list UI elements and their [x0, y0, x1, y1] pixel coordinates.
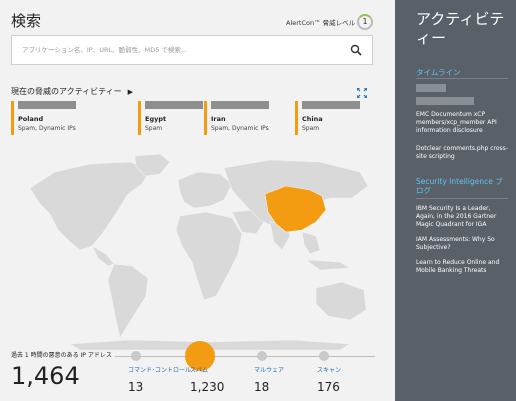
stat-value: 18	[254, 380, 270, 394]
malicious-ip-label: 過去 1 時間の悪意のある IP アドレス	[11, 350, 115, 359]
threat-country: Poland	[18, 115, 44, 123]
malicious-ip-count: 1,464	[11, 362, 80, 390]
threat-dot	[131, 351, 141, 361]
southeast-asia-landmass	[301, 231, 321, 255]
play-arrow-icon[interactable]: ▶	[128, 88, 133, 96]
main-panel: 検索 AlertCon™ 脅威レベル 1 現在の脅威のアクティビティー ▶ Pol…	[0, 0, 395, 401]
redacted-bar	[416, 84, 446, 92]
blog-heading[interactable]: Security Intelligence ブログ	[416, 177, 508, 195]
threat-card-iran[interactable]: Iran Spam, Dynamic IPs	[204, 101, 269, 135]
australia-landmass	[315, 281, 367, 321]
world-threat-map[interactable]	[10, 150, 380, 350]
search-input[interactable]	[12, 36, 332, 64]
threat-country: China	[302, 115, 323, 123]
threat-card-egypt[interactable]: Egypt Spam	[138, 101, 203, 135]
expand-icon[interactable]	[357, 88, 367, 98]
timeline-item[interactable]: EMC Documentum xCP members/xcp_member AP…	[416, 111, 508, 135]
threat-type: Spam, Dynamic IPs	[211, 125, 269, 132]
threat-type: Spam, Dynamic IPs	[18, 125, 76, 132]
activity-sidebar: アクティビティー タイムライン EMC Documentum xCP membe…	[395, 0, 516, 401]
search-title: 検索	[11, 12, 42, 30]
timeline-heading[interactable]: タイムライン	[416, 67, 460, 78]
stat-value: 13	[128, 380, 144, 394]
stat-spam[interactable]: スパム 1,230	[190, 365, 224, 394]
stat-scan[interactable]: スキャン 176	[317, 365, 341, 394]
threat-activity-heading[interactable]: 現在の脅威のアクティビティー ▶	[11, 86, 133, 97]
redacted-bar	[416, 97, 474, 105]
blog-item[interactable]: IAM Assessments: Why So Subjective?	[416, 236, 508, 252]
timeline-item[interactable]: Dotclear comments.php cross-site scripti…	[416, 145, 508, 161]
stat-value: 1,230	[190, 380, 225, 394]
africa-landmass	[175, 211, 243, 301]
stat-label: コマンド･コントロール	[128, 367, 192, 374]
redacted-bar	[302, 101, 360, 109]
north-america-landmass	[29, 161, 151, 251]
threat-dot	[257, 351, 267, 361]
stat-label: スパム	[190, 367, 209, 374]
redacted-bar	[18, 101, 76, 109]
south-america-landmass	[107, 263, 149, 339]
search-box	[11, 35, 373, 65]
stat-label: スキャン	[317, 367, 342, 374]
stat-value: 176	[317, 380, 340, 394]
redacted-bar	[145, 101, 203, 109]
threat-type: Spam	[145, 125, 163, 132]
sidebar-divider	[416, 198, 508, 199]
stat-label: マルウェア	[254, 367, 285, 374]
alertcon-label: AlertCon™ 脅威レベル	[286, 19, 356, 27]
indonesia-landmass	[304, 259, 351, 271]
blog-item[interactable]: IBM Security Is a Leader, Again, in the …	[416, 205, 508, 229]
europe-landmass	[177, 171, 233, 209]
threat-country: Iran	[211, 115, 226, 123]
blog-item[interactable]: Learn to Reduce Online and Mobile Bankin…	[416, 259, 508, 275]
search-icon[interactable]	[350, 44, 362, 56]
threat-activity-title: 現在の脅威のアクティビティー	[11, 87, 122, 96]
threat-card-poland[interactable]: Poland Spam, Dynamic IPs	[11, 101, 76, 135]
stat-malware[interactable]: マルウェア 18	[254, 365, 284, 394]
redacted-bar	[211, 101, 269, 109]
threat-card-china[interactable]: China Spam	[295, 101, 360, 135]
central-america-landmass	[91, 245, 115, 267]
alertcon-gauge-icon[interactable]: 1	[357, 14, 373, 30]
sidebar-title: アクティビティー	[416, 10, 505, 47]
threat-type: Spam	[302, 125, 320, 132]
stat-command-control[interactable]: コマンド･コントロール 13	[128, 365, 191, 394]
sidebar-divider	[416, 78, 508, 79]
threat-dot	[319, 351, 329, 361]
threat-country: Egypt	[145, 115, 167, 123]
